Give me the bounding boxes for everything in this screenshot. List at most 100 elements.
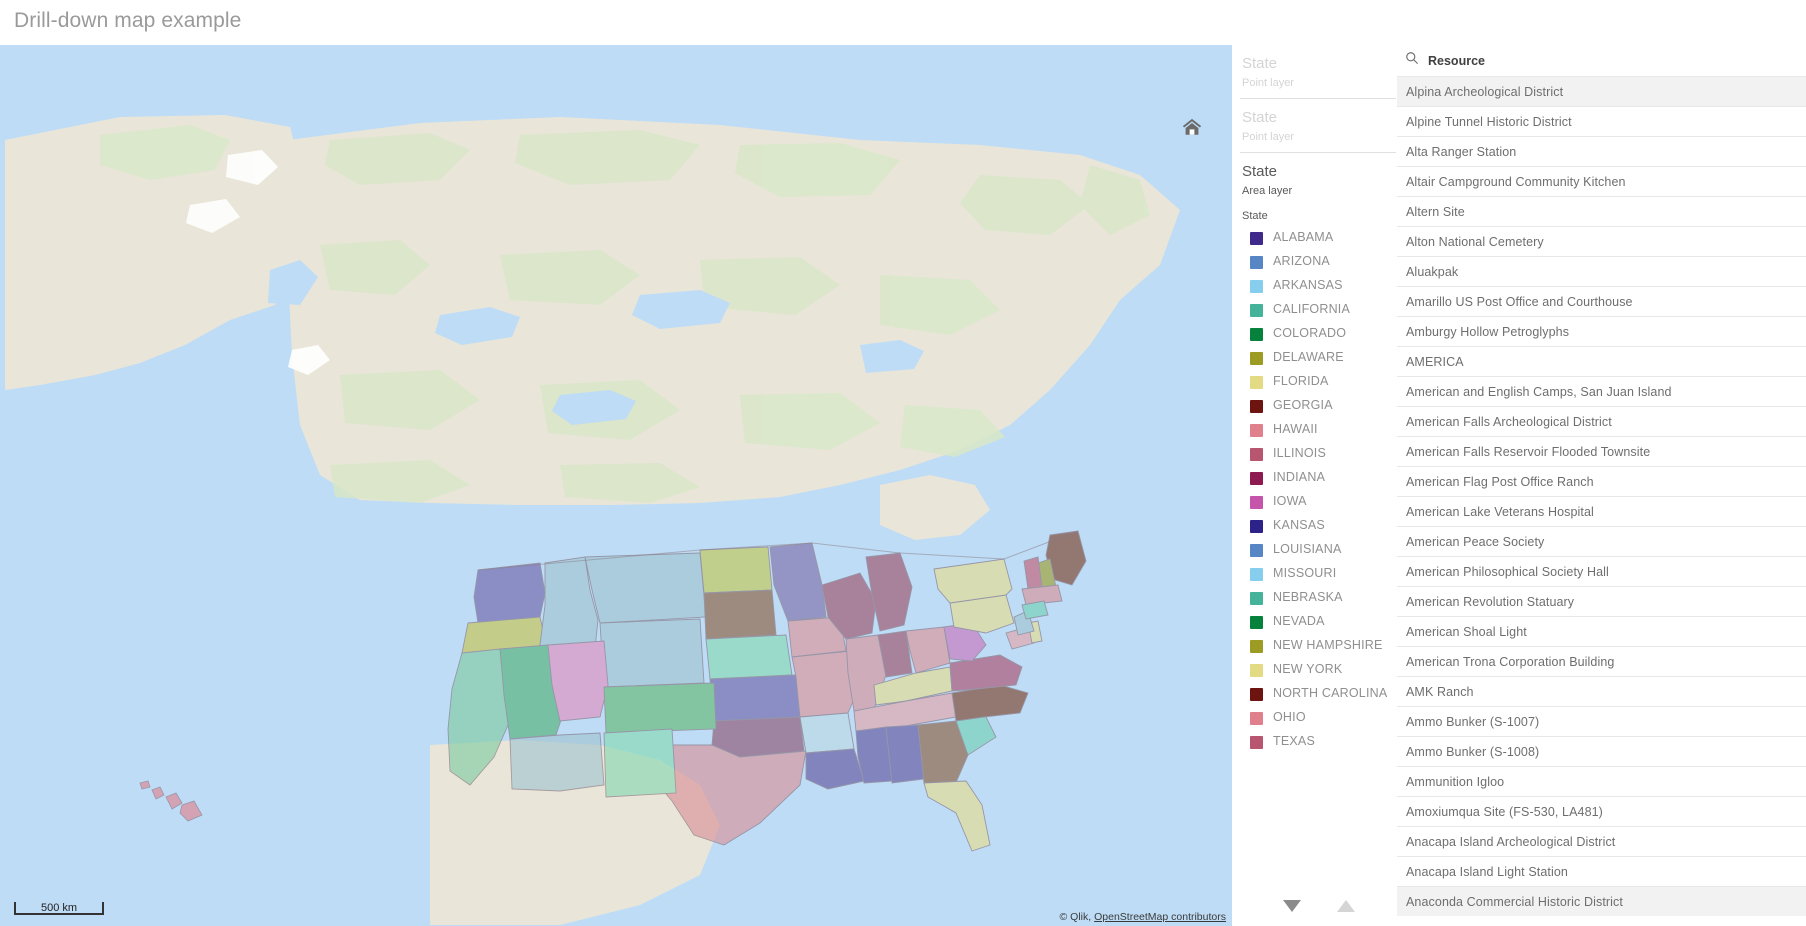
legend-item-label: COLORADO — [1273, 326, 1347, 340]
legend-item-list: ALABAMA ARIZONA ARKANSAS CALIFORNIA COLORADO… — [1242, 230, 1396, 749]
resource-list-item[interactable]: Aluakpak — [1397, 256, 1806, 286]
legend-item[interactable]: NEVADA — [1242, 614, 1396, 629]
resource-list-item[interactable]: Anacapa Island Light Station — [1397, 856, 1806, 886]
resource-list-item[interactable]: Alton National Cemetery — [1397, 226, 1806, 256]
legend-item[interactable]: MISSOURI — [1242, 566, 1396, 581]
legend-pagination — [1232, 900, 1406, 912]
scroll-down-arrow-icon[interactable] — [1283, 900, 1301, 912]
resource-list-item[interactable]: Altair Campground Community Kitchen — [1397, 166, 1806, 196]
legend-item[interactable]: ARIZONA — [1242, 254, 1396, 269]
home-icon[interactable] — [1178, 113, 1206, 141]
resource-list-item[interactable]: Ammo Bunker (S-1008) — [1397, 736, 1806, 766]
legend-group-subtitle: Point layer — [1242, 131, 1294, 143]
legend-color-swatch — [1250, 352, 1263, 365]
legend-item[interactable]: INDIANA — [1242, 470, 1396, 485]
legend-color-swatch — [1250, 280, 1263, 293]
legend-item-label: GEORGIA — [1273, 398, 1333, 412]
legend-item[interactable]: KANSAS — [1242, 518, 1396, 533]
legend-item-label: MISSOURI — [1273, 566, 1337, 580]
resource-list-item[interactable]: Amoxiumqua Site (FS-530, LA481) — [1397, 796, 1806, 826]
resource-list-item[interactable]: American Peace Society — [1397, 526, 1806, 556]
legend-item[interactable]: NORTH CAROLINA — [1242, 686, 1396, 701]
drill-down-map-app: Drill-down map example 500 km © Qlik, Op… — [0, 0, 1806, 926]
legend-item[interactable]: IOWA — [1242, 494, 1396, 509]
legend-group-title: State — [1242, 163, 1278, 180]
legend-group-point-layer-1[interactable]: State Point layer — [1240, 45, 1398, 99]
resource-list-item[interactable]: American Flag Post Office Ranch — [1397, 466, 1806, 496]
resource-list-item[interactable]: Amburgy Hollow Petroglyphs — [1397, 316, 1806, 346]
legend-item[interactable]: CALIFORNIA — [1242, 302, 1396, 317]
resource-list-item[interactable]: American Falls Reservoir Flooded Townsit… — [1397, 436, 1806, 466]
legend-item[interactable]: ARKANSAS — [1242, 278, 1396, 293]
legend-group-area-layer[interactable]: State Area layer State ALABAMA ARIZONA ARK… — [1240, 153, 1398, 766]
legend-item-label: INDIANA — [1273, 470, 1326, 484]
legend-item-label: ARKANSAS — [1273, 278, 1343, 292]
legend-color-swatch — [1250, 616, 1263, 629]
legend-group-subtitle: Area layer — [1242, 185, 1293, 197]
legend-item[interactable]: NEW HAMPSHIRE — [1242, 638, 1396, 653]
resource-list-item[interactable]: American Trona Corporation Building — [1397, 646, 1806, 676]
legend-color-swatch — [1250, 472, 1263, 485]
legend-color-swatch — [1250, 520, 1263, 533]
resource-list-item[interactable]: Alta Ranger Station — [1397, 136, 1806, 166]
legend-item[interactable]: NEBRASKA — [1242, 590, 1396, 605]
legend-item[interactable]: DELAWARE — [1242, 350, 1396, 365]
legend-item-label: ARIZONA — [1273, 254, 1330, 268]
search-icon[interactable] — [1405, 51, 1419, 70]
legend-item-label: HAWAII — [1273, 422, 1318, 436]
legend-color-swatch — [1250, 376, 1263, 389]
resource-list-item[interactable]: American and English Camps, San Juan Isl… — [1397, 376, 1806, 406]
legend-item[interactable]: TEXAS — [1242, 734, 1396, 749]
legend-color-swatch — [1250, 712, 1263, 725]
legend-color-swatch — [1250, 496, 1263, 509]
legend-item[interactable]: NEW YORK — [1242, 662, 1396, 677]
legend-item[interactable]: FLORIDA — [1242, 374, 1396, 389]
resource-list-item[interactable]: American Falls Archeological District — [1397, 406, 1806, 436]
legend-item-label: DELAWARE — [1273, 350, 1344, 364]
resource-item-list[interactable]: Alpina Archeological District Alpine Tunn… — [1397, 76, 1806, 926]
resource-list-item[interactable]: American Shoal Light — [1397, 616, 1806, 646]
resource-list-item[interactable]: Ammo Bunker (S-1007) — [1397, 706, 1806, 736]
scroll-up-arrow-icon[interactable] — [1337, 900, 1355, 912]
legend-group-point-layer-2[interactable]: State Point layer — [1240, 99, 1398, 153]
legend-item-label: NORTH CAROLINA — [1273, 686, 1388, 700]
resource-list-item[interactable]: Alpine Tunnel Historic District — [1397, 106, 1806, 136]
legend-item-label: NEW HAMPSHIRE — [1273, 638, 1383, 652]
resource-list-item[interactable]: AMK Ranch — [1397, 676, 1806, 706]
legend-item[interactable]: OHIO — [1242, 710, 1396, 725]
resource-list-item[interactable]: Altern Site — [1397, 196, 1806, 226]
legend-color-swatch — [1250, 424, 1263, 437]
resource-list-item[interactable]: Ammunition Igloo — [1397, 766, 1806, 796]
legend-color-swatch — [1250, 256, 1263, 269]
page-title: Drill-down map example — [14, 9, 242, 32]
map-canvas[interactable]: 500 km © Qlik, OpenStreetMap contributor… — [0, 45, 1232, 926]
legend-color-swatch — [1250, 736, 1263, 749]
resource-list-item[interactable]: American Revolution Statuary — [1397, 586, 1806, 616]
resource-list-item[interactable]: Anaconda Commercial Historic District — [1397, 886, 1806, 916]
title-bar: Drill-down map example — [0, 0, 1232, 45]
resource-list-item[interactable]: Anacapa Island Archeological District — [1397, 826, 1806, 856]
legend-color-swatch — [1250, 304, 1263, 317]
legend-item[interactable]: ILLINOIS — [1242, 446, 1396, 461]
resource-list-item[interactable]: Amarillo US Post Office and Courthouse — [1397, 286, 1806, 316]
legend-item-label: ILLINOIS — [1273, 446, 1327, 460]
legend-item-label: NEVADA — [1273, 614, 1325, 628]
legend-item[interactable]: COLORADO — [1242, 326, 1396, 341]
map-scale-label: 500 km — [40, 902, 78, 914]
resource-list-item[interactable]: American Lake Veterans Hospital — [1397, 496, 1806, 526]
resource-list-item[interactable]: AMERICA — [1397, 346, 1806, 376]
openstreetmap-link[interactable]: OpenStreetMap contributors — [1094, 911, 1226, 923]
legend-item[interactable]: ALABAMA — [1242, 230, 1396, 245]
legend-item[interactable]: HAWAII — [1242, 422, 1396, 437]
legend-color-swatch — [1250, 400, 1263, 413]
legend-dimension-name: State — [1242, 210, 1268, 222]
legend-color-swatch — [1250, 232, 1263, 245]
legend-item[interactable]: LOUISIANA — [1242, 542, 1396, 557]
map-graphic — [0, 45, 1232, 926]
resource-listbox-header[interactable]: Resource — [1397, 45, 1806, 76]
legend-item[interactable]: GEORGIA — [1242, 398, 1396, 413]
resource-list-item[interactable]: American Philosophical Society Hall — [1397, 556, 1806, 586]
legend-item-label: NEBRASKA — [1273, 590, 1343, 604]
resource-list-item[interactable]: Alpina Archeological District — [1397, 76, 1806, 106]
legend-item-label: ALABAMA — [1273, 230, 1334, 244]
